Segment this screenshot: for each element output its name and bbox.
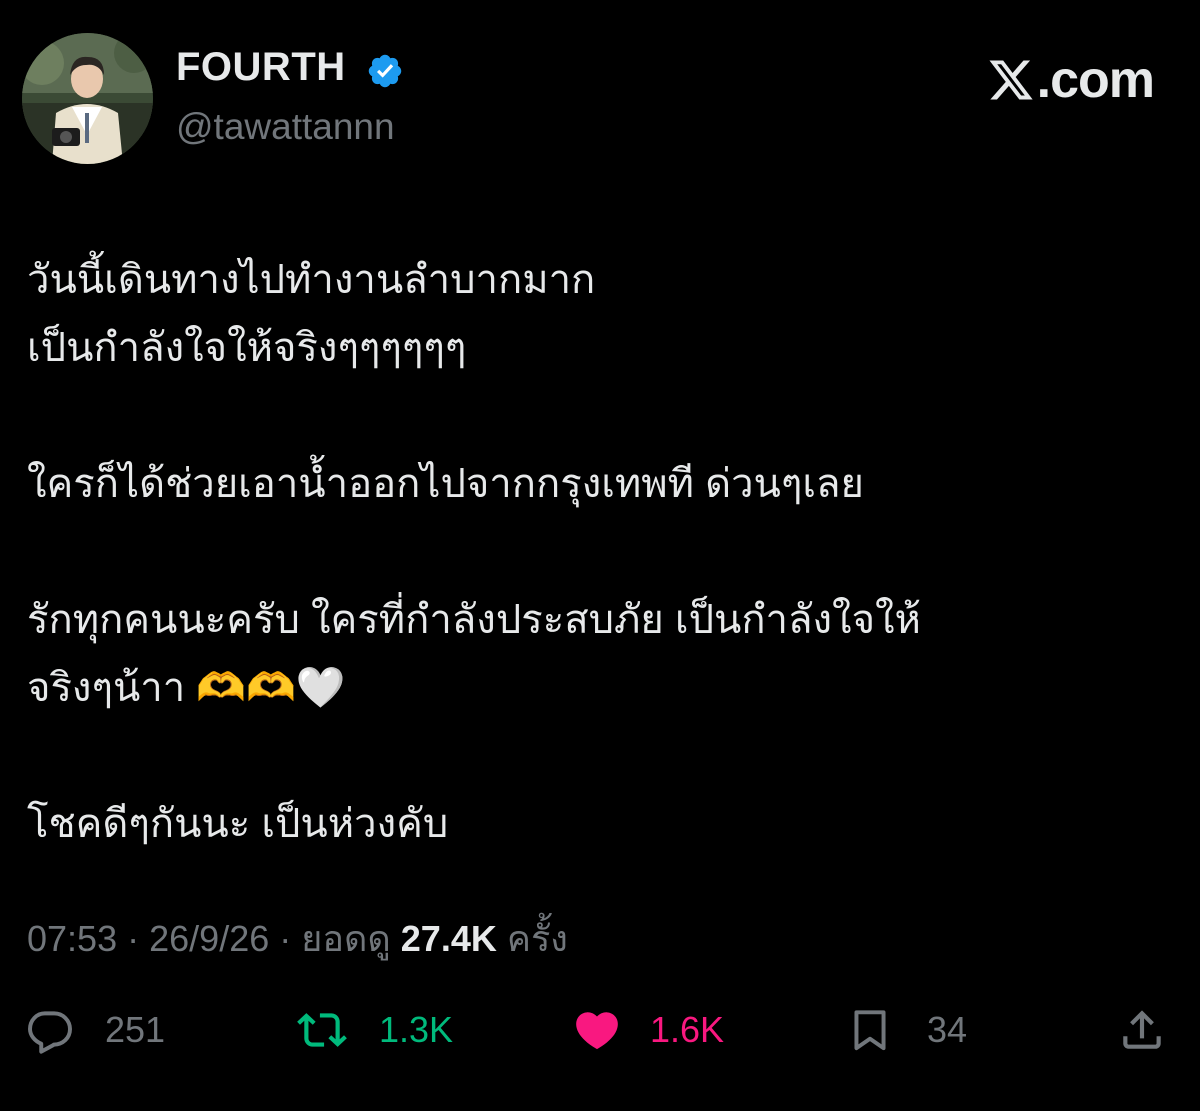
tweet-paragraph: โชคดีๆกันนะ เป็นห่วงคับ: [27, 790, 1177, 858]
x-logo-icon: [989, 60, 1033, 100]
tweet-paragraph: วันนี้เดินทางไปทำงานลำบากมาก เป็นกำลังใจ…: [27, 246, 1177, 382]
tweet-date[interactable]: 26/9/26: [149, 918, 269, 959]
views-label: ยอดดู: [301, 918, 391, 959]
like-button[interactable]: 1.6K: [572, 995, 724, 1065]
display-name[interactable]: FOURTH: [176, 45, 346, 90]
tweet-text: วันนี้เดินทางไปทำงานลำบากมาก เป็นกำลังใจ…: [27, 246, 1177, 858]
bookmark-icon: [854, 1010, 886, 1051]
tweet-line: โชคดีๆกันนะ เป็นห่วงคับ: [27, 802, 449, 846]
meta-separator: ·: [127, 918, 140, 959]
retweet-icon: [297, 1013, 347, 1047]
tweet-line: จริงๆน้าา 🫶🫶🤍: [27, 666, 346, 710]
share-icon: [1123, 1010, 1161, 1049]
heart-icon: [576, 1012, 618, 1050]
tweet-meta: 07:53 · 26/9/26 · ยอดดู 27.4K ครั้ง: [27, 910, 568, 967]
reply-count: 251: [105, 1009, 166, 1050]
retweet-count: 1.3K: [379, 1009, 454, 1050]
tweet-time[interactable]: 07:53: [27, 918, 117, 959]
tweet-line: เป็นกำลังใจให้จริงๆๆๆๆๆๆ: [27, 326, 467, 370]
meta-separator: ·: [279, 918, 292, 959]
like-count: 1.6K: [650, 1009, 725, 1050]
avatar[interactable]: [22, 33, 153, 164]
verified-badge-icon: [368, 54, 402, 88]
tweet-paragraph: รักทุกคนนะครับ ใครที่กำลังประสบภัย เป็นก…: [27, 586, 1177, 722]
brand-domain: .com: [1036, 51, 1155, 109]
x-brand: .com: [987, 50, 1155, 110]
handle[interactable]: @tawattannn: [176, 106, 395, 148]
reply-button[interactable]: 251: [25, 995, 165, 1065]
reply-icon: [28, 1011, 72, 1054]
bookmark-button[interactable]: 34: [845, 995, 967, 1065]
share-button[interactable]: [1117, 995, 1167, 1065]
tweet-paragraph: ใครก็ได้ช่วยเอาน้ำออกไปจากกรุงเทพที ด่วน…: [27, 450, 1177, 518]
avatar-photo: [22, 33, 153, 164]
views-count: 27.4K: [400, 918, 497, 959]
views-suffix: ครั้ง: [506, 918, 568, 959]
retweet-button[interactable]: 1.3K: [297, 995, 453, 1065]
bookmark-count: 34: [927, 1009, 968, 1050]
tweet-card: FOURTH @tawattannn .com วันนี้เดินทางไปท…: [0, 0, 1200, 1111]
tweet-line: วันนี้เดินทางไปทำงานลำบากมาก: [27, 258, 596, 302]
tweet-line: ใครก็ได้ช่วยเอาน้ำออกไปจากกรุงเทพที ด่วน…: [27, 462, 864, 506]
action-bar: 251 1.3K 1.6K 34: [0, 995, 1200, 1065]
tweet-line: รักทุกคนนะครับ ใครที่กำลังประสบภัย เป็นก…: [27, 598, 921, 642]
